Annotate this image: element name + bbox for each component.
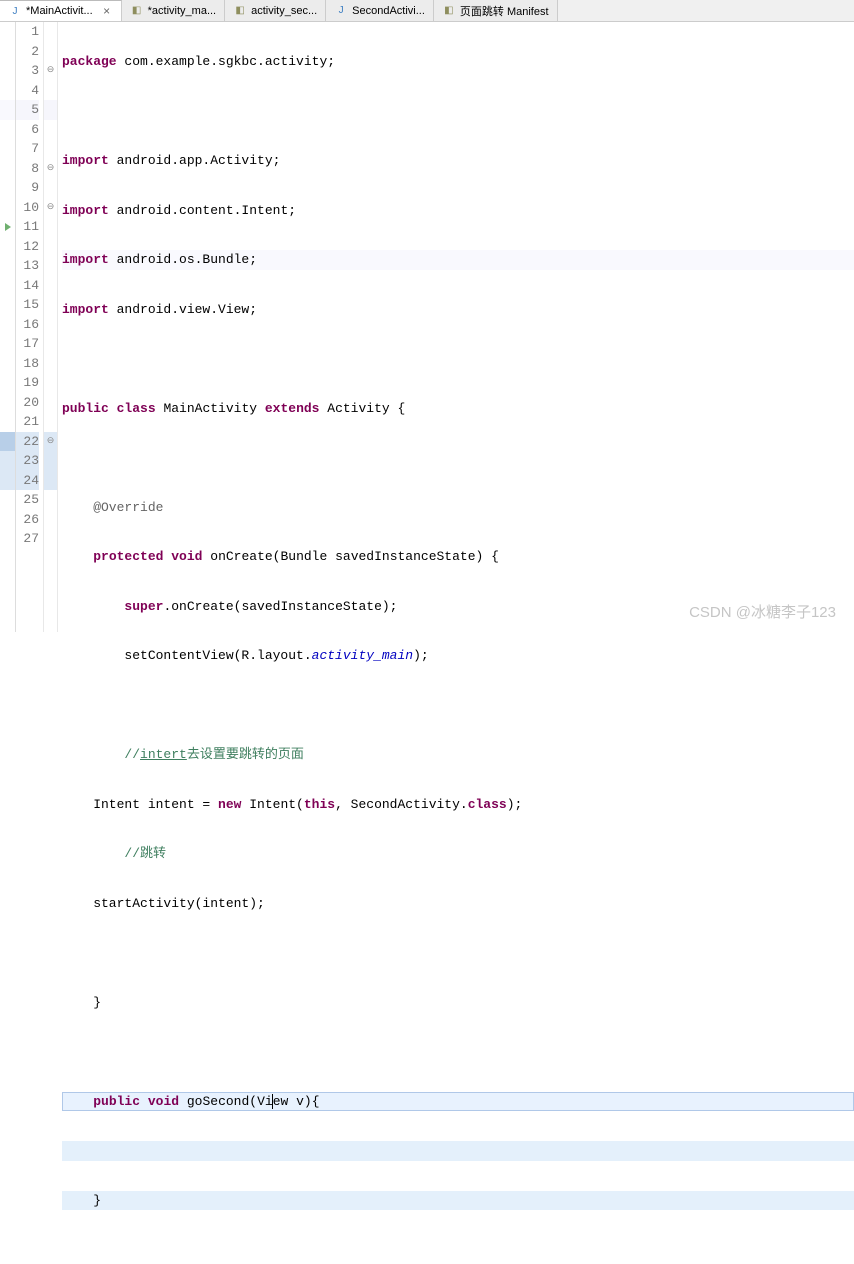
tab-label: 页面跳转 Manifest <box>460 3 549 19</box>
xml-file-icon: ◧ <box>130 4 144 18</box>
java-file-icon: J <box>334 4 348 18</box>
editor-tabs: J *MainActivit... × ◧ *activity_ma... ◧ … <box>0 0 854 22</box>
tab-main-activity[interactable]: J *MainActivit... × <box>0 0 122 21</box>
tab-manifest[interactable]: ◧ 页面跳转 Manifest <box>434 0 558 21</box>
line-numbers: 1 2 3 4 5 6 7 8 9 10 11 12 13 14 15 16 1… <box>16 22 44 632</box>
fold-toggle-icon[interactable]: ⊖ <box>44 198 57 218</box>
tab-label: *MainActivit... <box>26 5 93 17</box>
fold-toggle-icon[interactable]: ⊖ <box>44 61 57 81</box>
tab-label: SecondActivi... <box>352 5 425 17</box>
tab-label: activity_sec... <box>251 5 317 17</box>
xml-file-icon: ◧ <box>233 4 247 18</box>
xml-file-icon: ◧ <box>442 4 456 18</box>
marker-column <box>0 22 16 632</box>
tab-activity-sec-xml[interactable]: ◧ activity_sec... <box>225 0 326 21</box>
warning-marker-icon[interactable] <box>0 217 15 237</box>
change-marker-icon[interactable] <box>0 432 15 452</box>
fold-column: ⊖ ⊖ ⊖ ⊖ <box>44 22 58 632</box>
fold-toggle-icon[interactable]: ⊖ <box>44 432 57 452</box>
watermark: CSDN @冰糖李子123 <box>689 601 836 622</box>
fold-toggle-icon[interactable]: ⊖ <box>44 159 57 179</box>
java-file-icon: J <box>8 4 22 18</box>
close-icon[interactable]: × <box>101 5 113 17</box>
tab-second-activity[interactable]: J SecondActivi... <box>326 0 434 21</box>
tab-label: *activity_ma... <box>148 5 216 17</box>
code-area[interactable]: package com.example.sgkbc.activity; impo… <box>58 22 854 632</box>
code-editor[interactable]: 1 2 3 4 5 6 7 8 9 10 11 12 13 14 15 16 1… <box>0 22 854 632</box>
tab-activity-main-xml[interactable]: ◧ *activity_ma... <box>122 0 225 21</box>
